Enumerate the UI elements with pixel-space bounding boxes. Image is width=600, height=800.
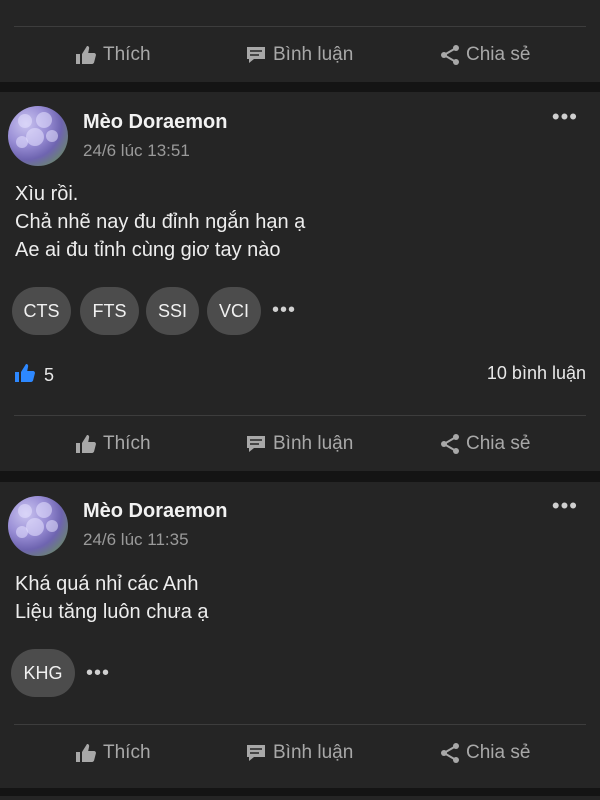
stock-tag[interactable]: KHG [11,649,75,697]
share-label: Chia sẻ [466,742,531,763]
divider [14,724,586,725]
post-actions: Thích Bình luận Chia sẻ [0,417,600,471]
comment-bubble-icon [245,743,267,763]
comment-bubble-icon [245,434,267,454]
thumbs-up-icon [75,45,97,65]
avatar[interactable] [8,496,68,556]
like-button[interactable]: Thích [75,433,151,455]
like-button[interactable]: Thích [75,44,151,66]
stock-tag[interactable]: FTS [80,287,139,335]
comment-button[interactable]: Bình luận [245,44,353,66]
post-line: Xìu rồi. [15,183,79,205]
share-icon [440,44,460,66]
more-tags-icon[interactable]: ••• [86,662,110,685]
post-timestamp[interactable]: 24/6 lúc 13:51 [83,141,190,161]
post-line: Liệu tăng luôn chưa ạ [15,601,209,623]
thumbs-up-icon [75,743,97,763]
more-options-icon[interactable]: ••• [552,104,578,130]
avatar[interactable] [8,106,68,166]
comment-bubble-icon [245,45,267,65]
share-label: Chia sẻ [466,433,531,454]
comment-label: Bình luận [273,742,354,763]
author-name[interactable]: Mèo Doraemon [83,500,227,523]
more-options-icon[interactable]: ••• [552,493,578,519]
comment-label: Bình luận [273,44,354,65]
post-actions: Thích Bình luận Chia sẻ [0,28,600,82]
post-timestamp[interactable]: 24/6 lúc 11:35 [83,530,189,550]
share-icon [440,433,460,455]
stock-tag[interactable]: VCI [207,287,261,335]
post-card-previous: Thích Bình luận Chia sẻ [0,0,600,82]
share-button[interactable]: Chia sẻ [440,742,530,764]
comment-label: Bình luận [273,433,354,454]
like-label: Thích [103,44,151,65]
blue-thumbs-up-icon [14,363,36,388]
share-label: Chia sẻ [466,44,531,65]
post-line: Khá quá nhỉ các Anh [15,573,199,595]
stock-tag[interactable]: CTS [12,287,71,335]
post-content: Xìu rồi. Chả nhẽ nay đu đỉnh ngắn hạn ạ … [15,180,305,264]
like-button[interactable]: Thích [75,742,151,764]
divider [14,26,586,27]
share-button[interactable]: Chia sẻ [440,44,530,66]
author-name[interactable]: Mèo Doraemon [83,111,227,134]
share-icon [440,742,460,764]
like-summary[interactable]: 5 [14,363,54,388]
comment-count[interactable]: 10 bình luận [487,363,586,384]
more-tags-icon[interactable]: ••• [272,299,296,322]
thumbs-up-icon [75,434,97,454]
post-card-next [0,796,600,800]
post-card: Mèo Doraemon 24/6 lúc 11:35 ••• Khá quá … [0,482,600,788]
post-line: Chả nhẽ nay đu đỉnh ngắn hạn ạ [15,211,306,233]
like-label: Thích [103,742,151,763]
post-line: Ae ai đu tỉnh cùng giơ tay nào [15,239,281,261]
post-card: Mèo Doraemon 24/6 lúc 13:51 ••• Xìu rồi.… [0,92,600,471]
like-count: 5 [44,365,55,385]
post-content: Khá quá nhỉ các Anh Liệu tăng luôn chưa … [15,570,209,626]
post-actions: Thích Bình luận Chia sẻ [0,726,600,780]
stock-tag[interactable]: SSI [146,287,199,335]
comment-button[interactable]: Bình luận [245,742,353,764]
comment-button[interactable]: Bình luận [245,433,353,455]
like-label: Thích [103,433,151,454]
divider [14,415,586,416]
share-button[interactable]: Chia sẻ [440,433,530,455]
